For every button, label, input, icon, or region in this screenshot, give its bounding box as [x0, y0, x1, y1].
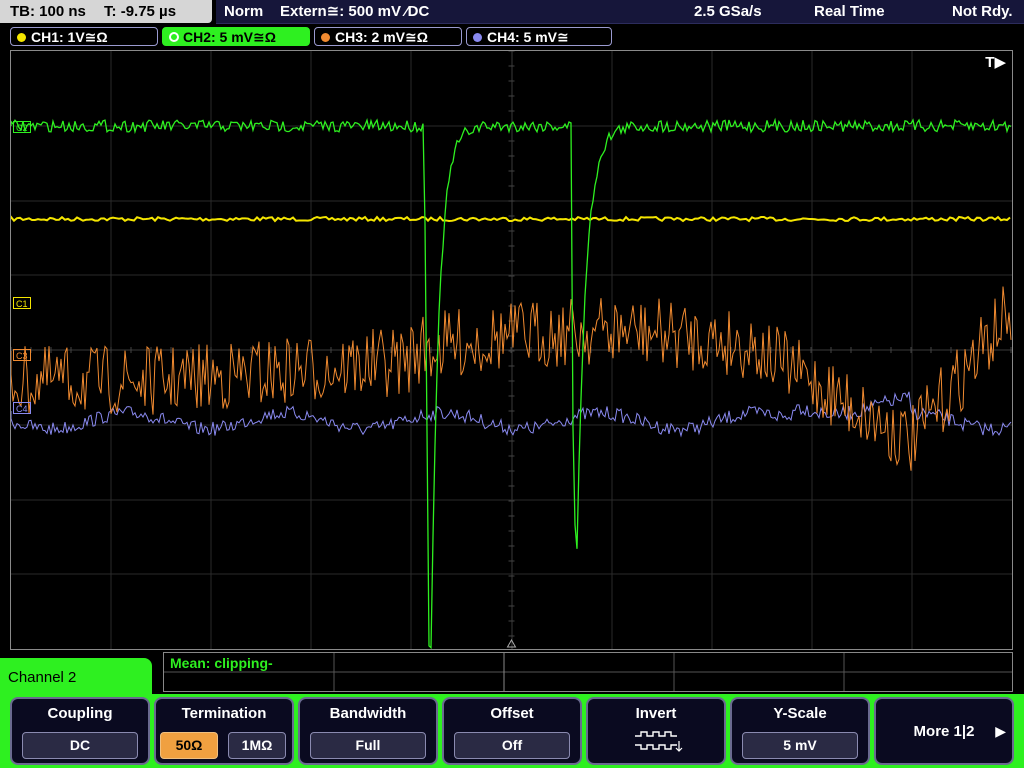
acquisition-mode: Real Time [814, 3, 885, 20]
invert-waveform-icon [635, 731, 683, 752]
offset-softkey[interactable]: Offset Off [442, 697, 582, 765]
tab-ch4[interactable]: CH4: 5 mV≅ [466, 27, 612, 46]
ch4-dot-icon [473, 33, 482, 42]
yscale-softkey[interactable]: Y-Scale 5 mV [730, 697, 870, 765]
trigger-position-marker[interactable]: T▶ [985, 53, 1006, 71]
bandwidth-title: Bandwidth [329, 705, 407, 722]
offset-title: Offset [490, 705, 534, 722]
trigger-position-value: T: -9.75 µs [104, 3, 177, 20]
tab-ch2[interactable]: CH2: 5 mV≅Ω [162, 27, 310, 46]
yscale-value[interactable]: 5 mV [742, 732, 858, 759]
ch3-trace [11, 286, 1012, 471]
termination-softkey[interactable]: Termination 50Ω 1MΩ [154, 697, 294, 765]
channel-menu-title: Channel 2 [8, 669, 77, 686]
trigger-mode[interactable]: Norm [224, 0, 263, 23]
ch4-offset-marker[interactable]: C4 [13, 402, 31, 414]
coupling-value[interactable]: DC [22, 732, 138, 759]
ch3-dot-icon [321, 33, 330, 42]
tab-ch3[interactable]: CH3: 2 mV≅Ω [314, 27, 462, 46]
coupling-title: Coupling [47, 705, 113, 722]
tab-ch2-label: CH2: 5 mV≅Ω [183, 29, 276, 45]
invert-softkey[interactable]: Invert [586, 697, 726, 765]
ch1-offset-marker[interactable]: C1 [13, 297, 31, 309]
waveform-canvas [11, 51, 1012, 649]
timebase-value: TB: 100 ns [10, 3, 86, 20]
termination-50ohm-button[interactable]: 50Ω [160, 732, 218, 759]
coupling-softkey[interactable]: Coupling DC [10, 697, 150, 765]
termination-1mohm-button[interactable]: 1MΩ [228, 732, 286, 759]
ch2-trace [11, 117, 1012, 649]
ch1-dot-icon [17, 33, 26, 42]
sample-rate: 2.5 GSa/s [694, 3, 762, 20]
more-title: More 1|2 [913, 723, 975, 740]
channel-menu-tab: Channel 2 [0, 658, 152, 698]
offset-value[interactable]: Off [454, 732, 570, 759]
tab-ch3-label: CH3: 2 mV≅Ω [335, 29, 428, 45]
acquisition-state: Not Rdy. [952, 3, 1013, 20]
ch2-dot-icon [169, 32, 179, 42]
yscale-title: Y-Scale [773, 705, 827, 722]
bandwidth-softkey[interactable]: Bandwidth Full [298, 697, 438, 765]
more-softkey[interactable]: More 1|2 ▶ [874, 697, 1014, 765]
ch3-offset-marker[interactable]: C3 [13, 349, 31, 361]
ch1-trace [11, 215, 1011, 223]
waveform-display[interactable]: T▶ C2 C1 C3 C4 [10, 50, 1013, 650]
trigger-source[interactable]: Extern≅: 500 mV ⁄DC [280, 0, 429, 23]
more-arrow-icon: ▶ [995, 723, 1006, 739]
measurement-panel: Mean: clipping- [163, 652, 1013, 692]
invert-title: Invert [635, 705, 677, 722]
timebase-box[interactable]: TB: 100 ns T: -9.75 µs [0, 0, 212, 23]
termination-title: Termination [181, 705, 267, 722]
measurement-grid [164, 653, 1012, 691]
status-bar: TB: 100 ns T: -9.75 µs Norm Extern≅: 500… [0, 0, 1024, 24]
ch2-offset-marker[interactable]: C2 [13, 121, 31, 133]
tab-ch1-label: CH1: 1V≅Ω [31, 29, 108, 45]
bandwidth-value[interactable]: Full [310, 732, 426, 759]
tab-ch1[interactable]: CH1: 1V≅Ω [10, 27, 158, 46]
tab-ch4-label: CH4: 5 mV≅ [487, 29, 569, 45]
